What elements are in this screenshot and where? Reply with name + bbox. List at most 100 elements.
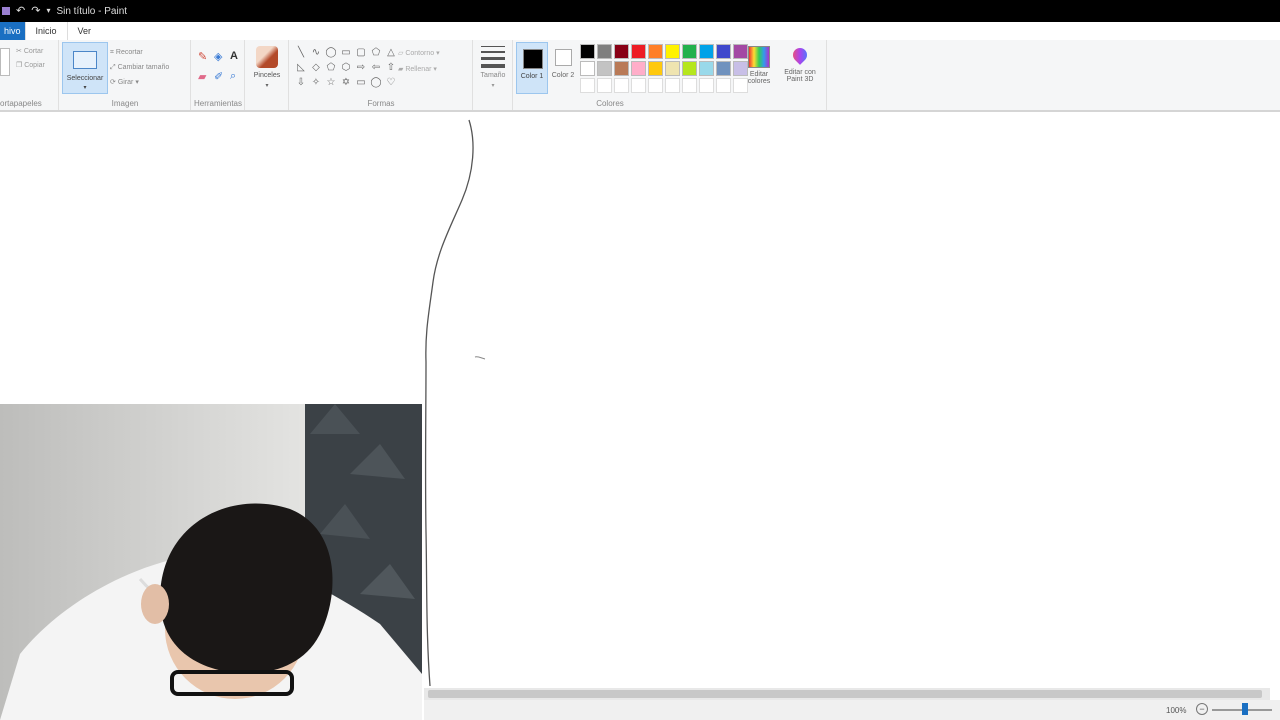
group-tools: ✎ ◈ A ▰ ✐ ⌕ Herramientas [192, 40, 245, 110]
group-size[interactable]: Tamaño ▾ [474, 40, 513, 110]
color1-button[interactable]: Color 1 [516, 42, 548, 94]
polygon-shape-icon[interactable]: ⬠ [369, 46, 383, 60]
palette-swatch[interactable] [614, 44, 629, 59]
fill-icon: ▰ [398, 66, 404, 73]
redo-icon[interactable]: ↷ [31, 5, 40, 17]
zoom-out-icon[interactable]: − [1196, 703, 1208, 715]
rectangle-shape-icon[interactable]: ▭ [339, 46, 353, 60]
paste-button[interactable] [0, 48, 10, 76]
palette-swatch[interactable] [682, 78, 697, 93]
palette-swatch[interactable] [699, 44, 714, 59]
group-brushes[interactable]: Pinceles ▾ [246, 40, 289, 110]
fill-dropdown[interactable]: ▰ Rellenar ▾ [398, 62, 440, 78]
palette-swatch[interactable] [631, 44, 646, 59]
arrow-left-shape-icon[interactable]: ⇦ [369, 61, 383, 75]
undo-icon[interactable]: ↶ [16, 5, 25, 17]
tab-home[interactable]: Inicio [24, 22, 68, 40]
quick-access-toolbar: ↶ ↷ ▾ [0, 5, 50, 17]
shapes-gallery[interactable]: ╲ ∿ ◯ ▭ ▢ ⬠ △ ◺ ◇ ⬠ ⬡ ⇨ ⇦ ⇧ ⇩ ✧ ☆ ✡ ▭ ◯ … [294, 46, 398, 90]
diamond-shape-icon[interactable]: ◇ [309, 61, 323, 75]
right-triangle-shape-icon[interactable]: ◺ [294, 61, 308, 75]
palette-swatch[interactable] [580, 44, 595, 59]
oval-shape-icon[interactable]: ◯ [324, 46, 338, 60]
palette-swatch[interactable] [648, 78, 663, 93]
palette-swatch[interactable] [699, 78, 714, 93]
ribbon-tabs: hivo Inicio Ver [0, 22, 1280, 40]
scrollbar-thumb[interactable] [428, 690, 1262, 698]
fill-bucket-icon[interactable]: ◈ [214, 50, 230, 70]
group-colors: Color 1 Color 2 Editar colores Editar co… [514, 40, 827, 110]
pentagon-shape-icon[interactable]: ⬠ [324, 61, 338, 75]
callout-rect-shape-icon[interactable]: ▭ [354, 76, 368, 90]
copy-button[interactable]: ❐ Copiar [16, 59, 45, 73]
text-tool-icon[interactable]: A [230, 50, 246, 70]
palette-swatch[interactable] [665, 44, 680, 59]
status-bar: 100% − [424, 700, 1280, 720]
color1-swatch [523, 49, 543, 69]
select-button[interactable]: Seleccionar ▾ [62, 42, 108, 94]
crop-button[interactable]: ⌗ Recortar [110, 45, 169, 60]
tab-view[interactable]: Ver [68, 22, 102, 40]
palette-swatch[interactable] [665, 61, 680, 76]
palette-swatch[interactable] [716, 44, 731, 59]
fill-label: Rellenar [405, 66, 432, 73]
palette-swatch[interactable] [716, 61, 731, 76]
copy-label: Copiar [24, 62, 45, 69]
line-shape-icon[interactable]: ╲ [294, 46, 308, 60]
heart-shape-icon[interactable]: ♡ [384, 76, 398, 90]
star5-shape-icon[interactable]: ☆ [324, 76, 338, 90]
group-shapes: ╲ ∿ ◯ ▭ ▢ ⬠ △ ◺ ◇ ⬠ ⬡ ⇨ ⇦ ⇧ ⇩ ✧ ☆ ✡ ▭ ◯ … [290, 40, 473, 110]
star6-shape-icon[interactable]: ✡ [339, 76, 353, 90]
rotate-button[interactable]: ⟳ Girar ▾ [110, 75, 169, 90]
zoom-level: 100% [1166, 706, 1187, 715]
resize-label: Cambiar tamaño [117, 64, 170, 71]
crop-label: Recortar [115, 49, 143, 56]
palette-swatch[interactable] [648, 61, 663, 76]
outline-dropdown[interactable]: ▱ Contorno ▾ [398, 46, 440, 62]
palette-swatch[interactable] [665, 78, 680, 93]
triangle-shape-icon[interactable]: △ [384, 46, 398, 60]
palette-swatch[interactable] [597, 61, 612, 76]
brushes-dropdown-icon: ▾ [265, 83, 269, 89]
title-bar: ↶ ↷ ▾ Sin título - Paint [0, 0, 1280, 22]
arrow-down-shape-icon[interactable]: ⇩ [294, 76, 308, 90]
edit-colors-button[interactable]: Editar colores [746, 46, 772, 85]
palette-swatch[interactable] [614, 61, 629, 76]
cut-button[interactable]: ✂ Cortar [16, 45, 45, 59]
magnifier-icon[interactable]: ⌕ [230, 70, 246, 90]
palette-swatch[interactable] [682, 61, 697, 76]
arrow-up-shape-icon[interactable]: ⇧ [384, 61, 398, 75]
palette-swatch[interactable] [614, 78, 629, 93]
palette-swatch[interactable] [597, 78, 612, 93]
brushes-label: Pinceles [253, 72, 281, 79]
palette-swatch[interactable] [631, 78, 646, 93]
horizontal-scrollbar[interactable] [424, 688, 1270, 700]
hexagon-shape-icon[interactable]: ⬡ [339, 61, 353, 75]
palette-swatch[interactable] [648, 44, 663, 59]
palette-swatch[interactable] [699, 61, 714, 76]
color2-swatch [555, 49, 572, 66]
curve-shape-icon[interactable]: ∿ [309, 46, 323, 60]
color2-button[interactable]: Color 2 [550, 42, 576, 92]
arrow-right-shape-icon[interactable]: ⇨ [354, 61, 368, 75]
group-image: Seleccionar ▾ ⌗ Recortar ⤢ Cambiar tamañ… [60, 40, 191, 110]
resize-button[interactable]: ⤢ Cambiar tamaño [110, 60, 169, 75]
palette-swatch[interactable] [716, 78, 731, 93]
window-title: Sin título - Paint [56, 5, 128, 17]
callout-oval-shape-icon[interactable]: ◯ [369, 76, 383, 90]
pencil-icon[interactable]: ✎ [198, 50, 214, 70]
edit-paint3d-button[interactable]: Editar con Paint 3D [780, 45, 820, 83]
palette-swatch[interactable] [597, 44, 612, 59]
palette-swatch[interactable] [682, 44, 697, 59]
star4-shape-icon[interactable]: ✧ [309, 76, 323, 90]
eraser-icon[interactable]: ▰ [198, 70, 214, 90]
color-picker-icon[interactable]: ✐ [214, 70, 230, 90]
select-rect-icon [73, 51, 97, 69]
tab-file[interactable]: hivo [0, 22, 25, 40]
rounded-rect-shape-icon[interactable]: ▢ [354, 46, 368, 60]
palette-swatch[interactable] [631, 61, 646, 76]
customize-toolbar-icon[interactable]: ▾ [46, 7, 50, 15]
zoom-slider-knob[interactable] [1242, 703, 1248, 715]
palette-swatch[interactable] [580, 61, 595, 76]
palette-swatch[interactable] [580, 78, 595, 93]
